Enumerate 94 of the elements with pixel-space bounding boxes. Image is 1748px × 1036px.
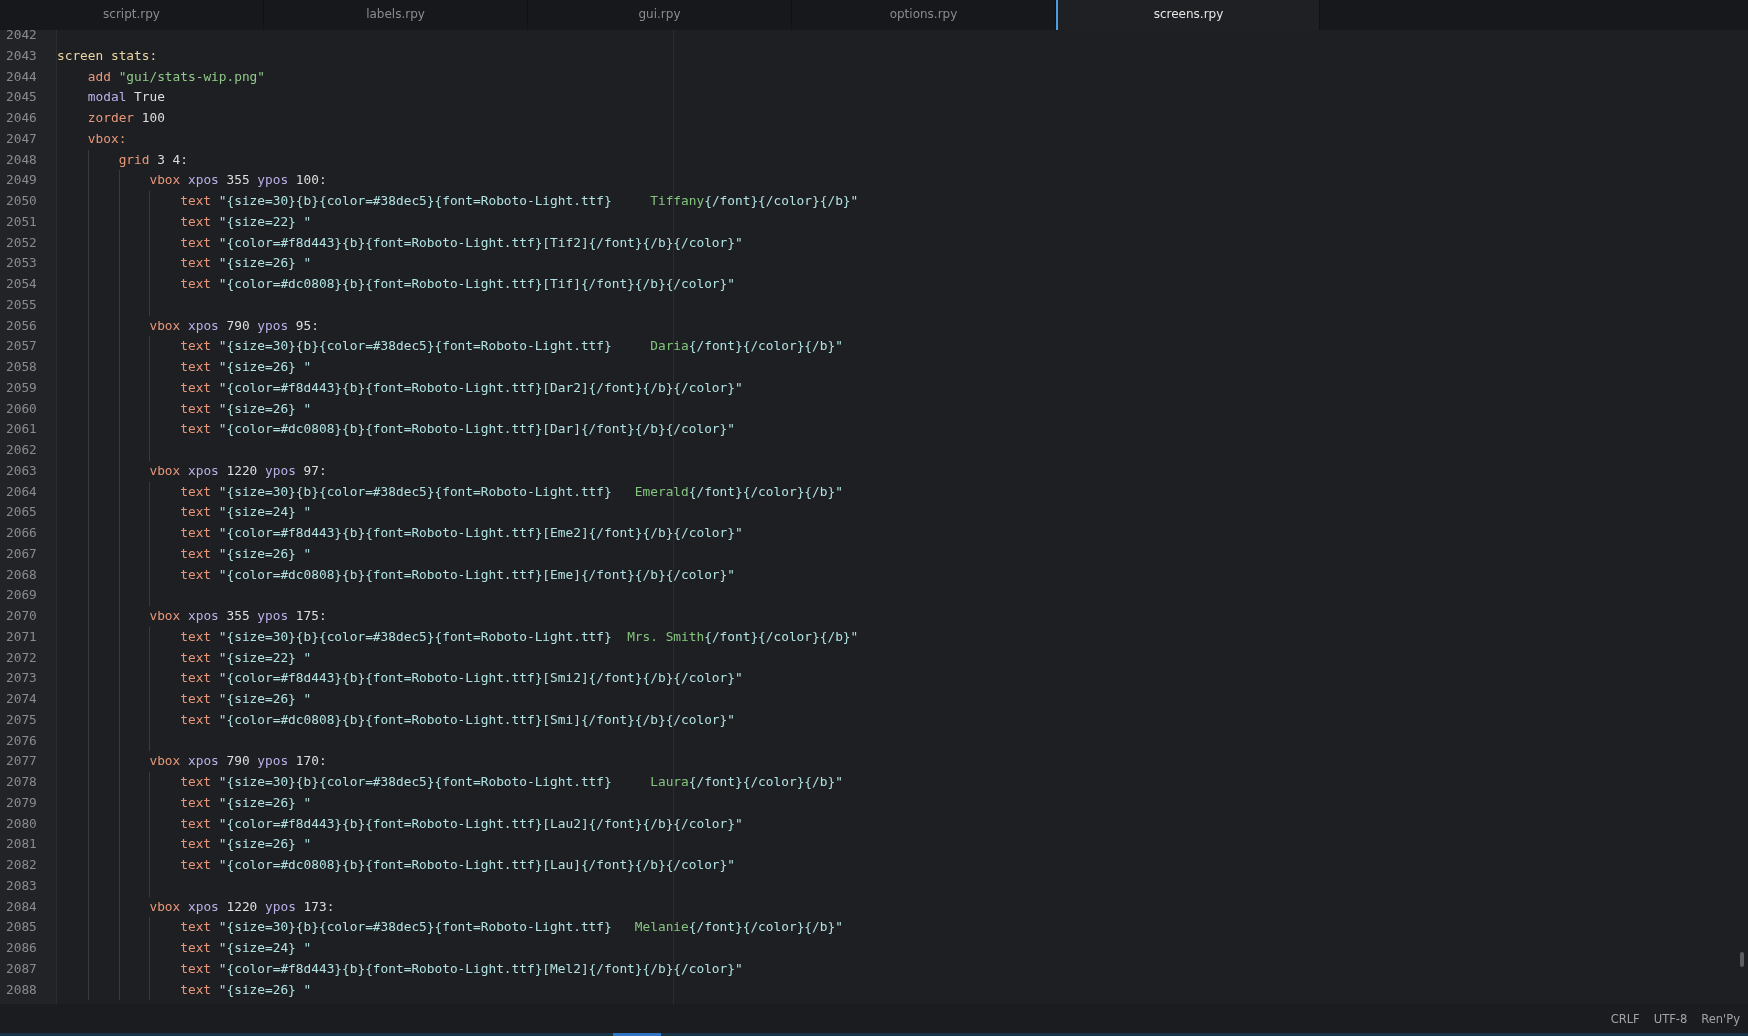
status-bar-item[interactable]: Ren'Py	[1701, 1011, 1740, 1026]
code-line: vbox xpos 355 ypos 100:	[149, 171, 327, 190]
code-line: text "{size=26} "	[180, 254, 312, 273]
code-line: text "{size=22} "	[180, 212, 312, 231]
line-number: 2058	[5, 358, 38, 376]
line-number: 2060	[5, 399, 38, 418]
code-line: vbox xpos 1220 ypos 97:	[149, 461, 327, 480]
code-line: vbox xpos 1220 ypos 173:	[149, 897, 335, 916]
line-number: 2042	[5, 30, 38, 44]
code-line: text "{color=#f8d443}{b}{font=Roboto-Light.ttf}[Dar2]{/font}{/b}{/color}"	[180, 378, 743, 397]
code-line: text "{color=#f8d443}{b}{font=Roboto-Light.ttf}[Lau2]{/font}{/b}{/color}"	[180, 814, 743, 833]
code-line: modal True	[87, 88, 165, 107]
scrollbar-thumb[interactable]	[1740, 952, 1744, 967]
code-line: text "{color=#f8d443}{b}{font=Roboto-Light.ttf}[Smi2]{/font}{/b}{/color}"	[180, 669, 743, 688]
line-number: 2050	[5, 192, 38, 210]
line-number: 2065	[5, 503, 38, 522]
line-number: 2087	[5, 959, 38, 978]
line-number: 2083	[5, 876, 38, 895]
code-line: text "{color=#f8d443}{b}{font=Roboto-Light.ttf}[Eme2]{/font}{/b}{/color}"	[180, 524, 743, 542]
code-line: text "{size=30}{b}{color=#38dec5}{font=Roboto-Light.ttf} Daria{/font}{/color}{/b}"	[180, 337, 843, 356]
line-number: 2067	[5, 544, 38, 563]
line-number: 2059	[5, 378, 38, 397]
line-number: 2064	[5, 482, 38, 501]
line-number: 2080	[5, 814, 38, 833]
code-line: text "{size=26} "	[180, 544, 312, 563]
line-number: 2043	[5, 46, 38, 65]
code-line: text "{size=26} "	[180, 835, 312, 854]
line-number: 2070	[5, 607, 38, 625]
line-number: 2053	[5, 254, 38, 273]
line-number: 2069	[5, 586, 38, 605]
code-line: text "{size=22} "	[180, 648, 312, 667]
code-line: text "{size=26} "	[180, 793, 312, 812]
line-number: 2085	[5, 918, 38, 937]
code-line: text "{color=#dc0808}{b}{font=Roboto-Light.ttf}[Lau]{/font}{/b}{/color}"	[180, 856, 735, 874]
status-bar-item[interactable]: UTF-8	[1653, 1011, 1688, 1026]
code-line: text "{size=26} "	[180, 358, 312, 376]
code-line: vbox xpos 790 ypos 95:	[149, 316, 319, 335]
line-number: 2045	[5, 88, 38, 107]
code-line: text "{size=30}{b}{color=#38dec5}{font=Roboto-Light.ttf} Tiffany{/font}{/color}{/b}"	[180, 192, 859, 210]
line-number: 2072	[5, 648, 38, 667]
code-line: text "{color=#dc0808}{b}{font=Roboto-Light.ttf}[Tif]{/font}{/b}{/color}"	[180, 275, 735, 293]
code-line: add "gui/stats-wip.png"	[87, 67, 266, 86]
line-number: 2088	[5, 980, 38, 999]
code-line: text "{size=30}{b}{color=#38dec5}{font=Roboto-Light.ttf} Laura{/font}{/color}{/b}"	[180, 773, 843, 791]
line-number: 2068	[5, 565, 38, 584]
line-number: 2044	[5, 67, 38, 86]
code-line: screen stats:	[57, 46, 158, 65]
activity-indicator	[613, 1033, 661, 1036]
line-number: 2056	[5, 316, 38, 335]
code-line: text "{size=26} "	[180, 690, 312, 708]
code-line: text "{size=26} "	[180, 980, 312, 999]
code-line: vbox:	[87, 129, 127, 148]
line-number: 2066	[5, 524, 38, 542]
line-number: 2057	[5, 337, 38, 356]
line-number: 2046	[5, 109, 38, 127]
code-line: vbox xpos 355 ypos 175:	[149, 607, 327, 625]
line-number: 2073	[5, 669, 38, 688]
line-number: 2074	[5, 690, 38, 708]
code-line: text "{size=30}{b}{color=#38dec5}{font=Roboto-Light.ttf} Emerald{/font}{/color}{/b}"	[180, 482, 843, 501]
line-number: 2079	[5, 793, 38, 812]
code-line: text "{color=#dc0808}{b}{font=Roboto-Light.ttf}[Eme]{/font}{/b}{/color}"	[180, 565, 735, 584]
code-line: text "{size=26} "	[180, 399, 312, 418]
code-line: text "{size=30}{b}{color=#38dec5}{font=Roboto-Light.ttf} Melanie{/font}{/color}{/b}"	[180, 918, 843, 937]
line-number: 2063	[5, 461, 38, 480]
line-number: 2055	[5, 295, 38, 314]
line-number: 2086	[5, 939, 38, 957]
code-line: text "{size=24} "	[180, 939, 312, 957]
code-line: text "{color=#f8d443}{b}{font=Roboto-Light.ttf}[Mel2]{/font}{/b}{/color}"	[180, 959, 743, 978]
line-number: 2078	[5, 773, 38, 791]
line-number: 2052	[5, 233, 38, 252]
line-number: 2048	[5, 150, 38, 169]
line-number: 2075	[5, 710, 38, 729]
code-line: text "{size=24} "	[180, 503, 312, 522]
line-number: 2084	[5, 897, 38, 916]
line-number: 2061	[5, 420, 38, 439]
code-line: grid 3 4:	[118, 150, 188, 169]
line-number: 2076	[5, 731, 38, 750]
line-number: 2062	[5, 441, 38, 459]
line-number: 2054	[5, 275, 38, 293]
code-line: vbox xpos 790 ypos 170:	[149, 752, 327, 771]
line-number: 2077	[5, 752, 38, 771]
line-number: 2071	[5, 627, 38, 646]
code-line: text "{color=#f8d443}{b}{font=Roboto-Light.ttf}[Tif2]{/font}{/b}{/color}"	[180, 233, 743, 252]
status-bar-item[interactable]: CRLF	[1610, 1011, 1640, 1026]
line-number: 2082	[5, 856, 38, 874]
code-line: text "{size=30}{b}{color=#38dec5}{font=Roboto-Light.ttf} Mrs. Smith{/font}{/color}{/b}"	[180, 627, 859, 646]
line-number: 2047	[5, 129, 38, 148]
code-line: text "{color=#dc0808}{b}{font=Roboto-Light.ttf}[Dar]{/font}{/b}{/color}"	[180, 420, 735, 439]
editor-tab[interactable]: screens.rpy	[1056, 0, 1320, 30]
code-line: zorder 100	[87, 109, 165, 127]
line-number: 2049	[5, 171, 38, 190]
line-number: 2051	[5, 212, 38, 231]
line-number: 2081	[5, 835, 38, 854]
code-line: text "{color=#dc0808}{b}{font=Roboto-Light.ttf}[Smi]{/font}{/b}{/color}"	[180, 710, 735, 729]
